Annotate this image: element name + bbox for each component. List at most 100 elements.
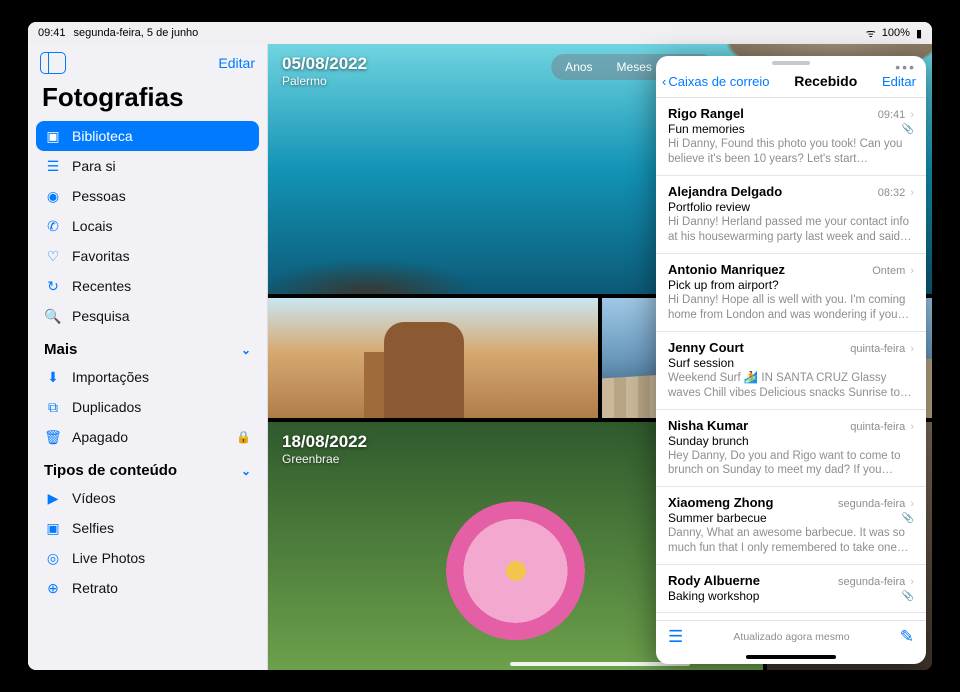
sidebar-item-icon: ⊕ — [44, 580, 62, 597]
mail-sender: Nisha Kumar — [668, 418, 748, 433]
more-icon[interactable]: ••• — [895, 59, 916, 75]
mail-nav-bar: ‹ Caixas de correio Recebido Editar — [656, 65, 926, 98]
mail-subject: Sunday brunch — [668, 434, 914, 448]
sidebar-item[interactable]: ✆ Locais — [36, 211, 259, 241]
mail-time: segunda-feira › — [838, 498, 914, 510]
mail-preview: Hey Danny, Do you and Rigo want to come … — [668, 449, 914, 479]
mail-preview: Hi Danny! Hope all is well with you. I'm… — [668, 293, 914, 323]
battery-icon: ▮ — [916, 27, 922, 40]
chevron-right-icon: › — [910, 343, 914, 355]
mail-row[interactable]: Xiaomeng Zhongsegunda-feira ›📎Summer bar… — [656, 487, 926, 565]
sidebar-item-label: Pesquisa — [72, 308, 130, 324]
section-more[interactable]: Mais ⌄ — [36, 331, 259, 362]
sidebar-item[interactable]: ↻ Recentes — [36, 271, 259, 301]
mail-preview: Hi Danny! Herland passed me your contact… — [668, 215, 914, 245]
sidebar-item[interactable]: ⊕ Retrato — [36, 573, 259, 603]
chevron-left-icon: ‹ — [662, 74, 666, 89]
filter-icon[interactable]: ☰ — [668, 627, 683, 647]
sidebar-item-label: Live Photos — [72, 550, 145, 566]
back-button[interactable]: ‹ Caixas de correio — [662, 74, 770, 89]
mail-toolbar: ☰ Atualizado agora mesmo ✎ — [656, 620, 926, 653]
mail-row[interactable]: Alejandra Delgado08:32 ›Portfolio review… — [656, 176, 926, 254]
section-types[interactable]: Tipos de conteúdo ⌄ — [36, 452, 259, 483]
sidebar-item[interactable]: ◉Pessoas — [36, 181, 259, 211]
attachment-icon: 📎 — [902, 124, 914, 135]
sidebar-item[interactable]: ▣Biblioteca — [36, 121, 259, 151]
mail-subject: Fun memories — [668, 122, 914, 136]
sidebar-item-label: Favoritas — [72, 248, 130, 264]
toggle-sidebar-icon[interactable] — [40, 52, 66, 74]
mail-row[interactable]: Jenny Courtquinta-feira ›Surf sessionWee… — [656, 332, 926, 410]
sidebar-item[interactable]: ☰ Para si — [36, 151, 259, 181]
mail-row[interactable]: Nisha Kumar quinta-feira ›Sunday brunchHe… — [656, 410, 926, 488]
sidebar-item-icon: ⧉ — [44, 399, 62, 416]
mail-sender: Xiaomeng Zhong — [668, 495, 773, 510]
chevron-right-icon: › — [910, 265, 914, 277]
mail-list[interactable]: Rigo Rangel09:41 ›📎Fun memoriesHi Danny,… — [656, 98, 926, 620]
chevron-down-icon: ⌄ — [241, 464, 251, 478]
mail-preview: Danny, What an awesome barbecue. It was … — [668, 526, 914, 556]
sidebar-item-icon: ▣ — [44, 520, 62, 537]
sidebar-item[interactable]: ♡Favoritas — [36, 241, 259, 271]
mail-sender: Rigo Rangel — [668, 106, 744, 121]
mail-title: Recebido — [794, 73, 857, 89]
sidebar-item[interactable]: 🔍 Pesquisa — [36, 301, 259, 331]
sidebar-item-label: Duplicados — [72, 399, 141, 415]
sidebar-item[interactable]: ⧉ Duplicados — [36, 392, 259, 422]
group-date: 05/08/2022 — [282, 54, 367, 74]
segment-years[interactable]: Anos — [553, 57, 604, 77]
mail-time: quinta-feira › — [850, 421, 914, 433]
sidebar-item[interactable]: ◎ Live Photos — [36, 543, 259, 573]
sidebar-item-label: Recentes — [72, 278, 131, 294]
mail-subject: Baking workshop — [668, 589, 914, 603]
sidebar-item-label: Apagado — [72, 429, 128, 445]
sidebar-item-label: Importações — [72, 369, 149, 385]
mail-time: Ontem › — [872, 265, 914, 277]
sidebar-item-label: Retrato — [72, 580, 118, 596]
sidebar-item-label: Para si — [72, 158, 116, 174]
sidebar-item-icon: ▶ — [44, 490, 62, 507]
segment-months[interactable]: Meses — [605, 57, 664, 77]
status-date: segunda-feira, 5 de junho — [74, 27, 199, 39]
mail-slideover-panel[interactable]: ••• ‹ Caixas de correio Recebido Editar … — [656, 56, 926, 664]
sidebar-item[interactable]: ▶Vídeos — [36, 483, 259, 513]
mail-row[interactable]: Rody Albuernesegunda-feira ›📎Baking work… — [656, 565, 926, 613]
compose-icon[interactable]: ✎ — [900, 627, 914, 647]
chevron-right-icon: › — [910, 421, 914, 433]
section-more-label: Mais — [44, 341, 77, 358]
mail-time: 08:32 › — [878, 187, 914, 199]
chevron-right-icon: › — [910, 109, 914, 121]
sidebar-item-icon: ◎ — [44, 550, 62, 567]
sidebar-item[interactable]: ▣ Selfies — [36, 513, 259, 543]
app-title: Fotografias — [36, 78, 259, 121]
sidebar-item-label: Locais — [72, 218, 112, 234]
chevron-right-icon: › — [910, 576, 914, 588]
back-label: Caixas de correio — [668, 74, 769, 89]
sidebar-item-icon: ↻ — [44, 278, 62, 295]
sidebar-item-icon: 🗑 — [44, 429, 62, 446]
sidebar-item-icon: 🔍 — [44, 308, 62, 325]
sidebar-item-label: Selfies — [72, 520, 114, 536]
photos-sidebar: Editar Fotografias ▣Biblioteca☰Para si◉P… — [28, 44, 268, 670]
mail-sender: Jenny Court — [668, 340, 744, 355]
sidebar-item-icon: ✆ — [44, 218, 62, 235]
mail-subject: Portfolio review — [668, 200, 914, 214]
attachment-icon: 📎 — [902, 591, 914, 602]
slideover-home-indicator[interactable] — [746, 655, 836, 659]
mail-time: 09:41 › — [878, 109, 914, 121]
group-location: Greenbrae — [282, 452, 367, 466]
mail-time: segunda-feira › — [838, 576, 914, 588]
battery-percent: 100% — [882, 27, 910, 39]
sidebar-item[interactable]: ⬇Importações — [36, 362, 259, 392]
chevron-right-icon: › — [910, 187, 914, 199]
sidebar-item-icon: ☰ — [44, 158, 62, 175]
sidebar-item[interactable]: 🗑Apagado🔒 — [36, 422, 259, 452]
mail-row[interactable]: Rigo Rangel09:41 ›📎Fun memoriesHi Danny,… — [656, 98, 926, 176]
sidebar-item-icon: ◉ — [44, 188, 62, 205]
mail-preview: Weekend Surf 🏄 IN SANTA CRUZ Glassy wave… — [668, 371, 914, 401]
sidebar-edit-button[interactable]: Editar — [218, 55, 255, 71]
sidebar-item-label: Biblioteca — [72, 128, 133, 144]
photo-thumbnail[interactable] — [268, 298, 598, 418]
mail-row[interactable]: Antonio ManriquezOntem ›Pick up from air… — [656, 254, 926, 332]
mail-edit-button[interactable]: Editar — [882, 74, 916, 89]
